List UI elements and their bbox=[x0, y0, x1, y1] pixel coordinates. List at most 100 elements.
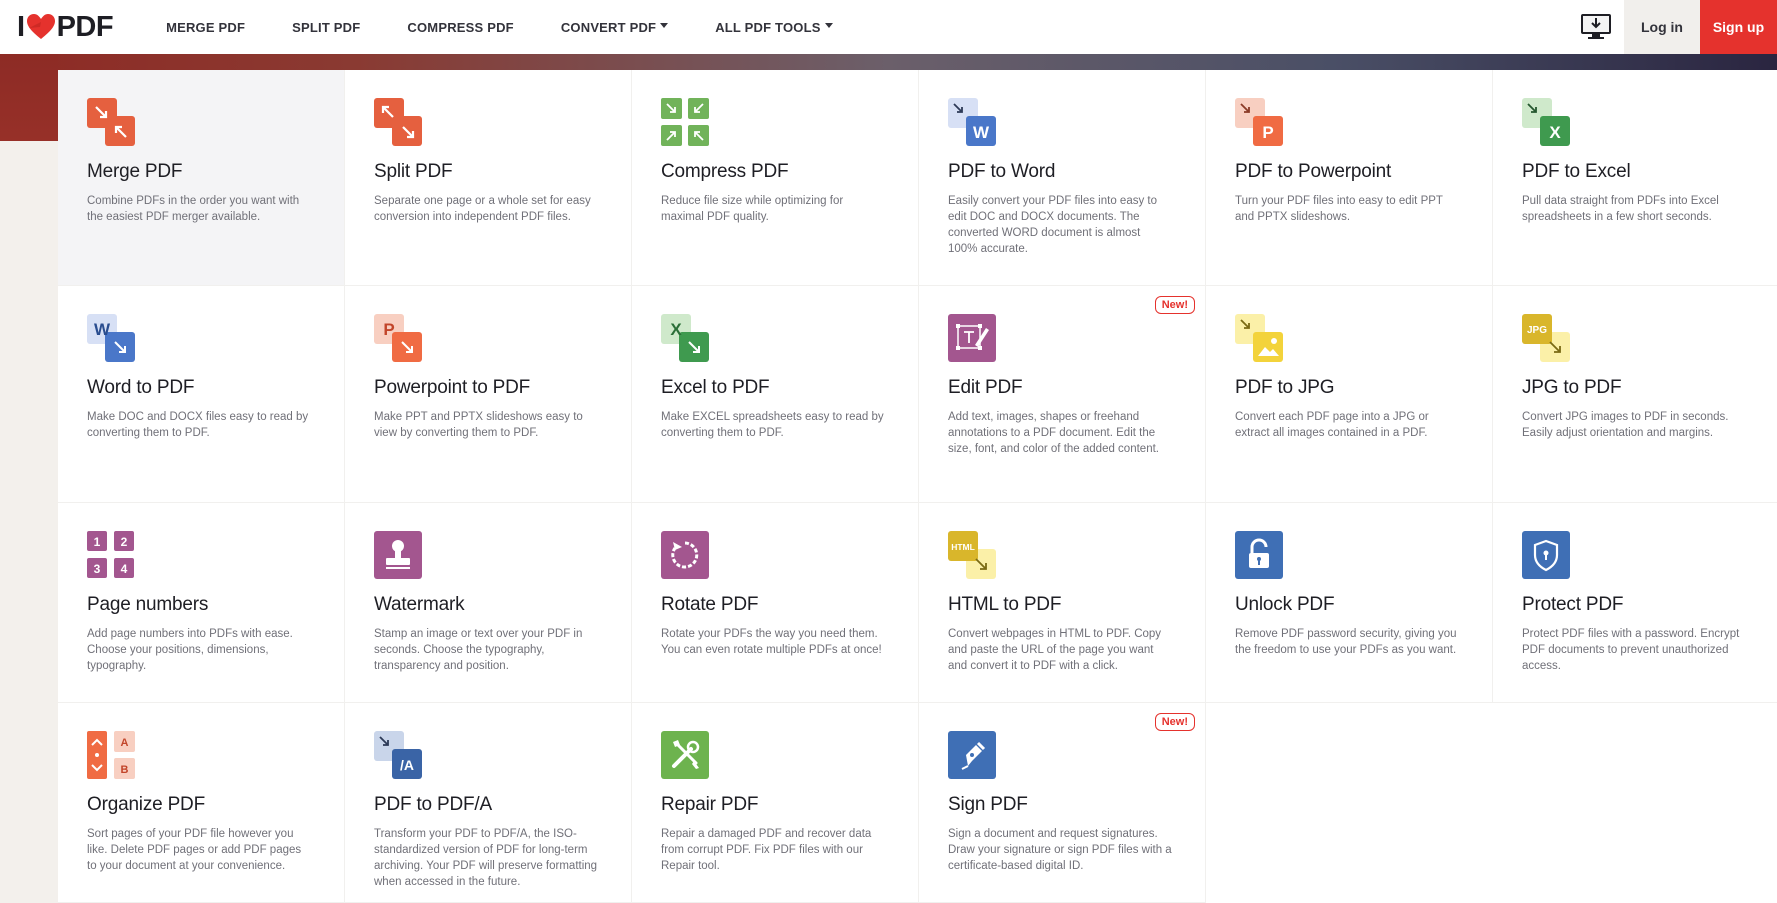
unlock-icon bbox=[1235, 531, 1283, 579]
nav-label: COMPRESS PDF bbox=[407, 19, 514, 35]
sign-icon bbox=[948, 731, 996, 779]
top-navigation-bar: I PDF MERGE PDF SPLIT PDF COMPRESS PDF C… bbox=[0, 0, 1777, 54]
tool-card-merge-pdf[interactable]: Merge PDF Combine PDFs in the order you … bbox=[58, 70, 345, 286]
nav-all-pdf-tools[interactable]: ALL PDF TOOLS bbox=[715, 19, 833, 35]
heart-icon bbox=[26, 14, 55, 39]
protect-icon bbox=[1522, 531, 1570, 579]
icon-letter: X bbox=[670, 320, 682, 339]
tool-card-repair-pdf[interactable]: Repair PDF Repair a damaged PDF and reco… bbox=[632, 703, 919, 903]
icon-digit: 4 bbox=[121, 562, 128, 576]
organize-icon: AB bbox=[87, 731, 135, 779]
tool-title: Repair PDF bbox=[661, 794, 759, 815]
nav-label: SPLIT PDF bbox=[292, 19, 361, 35]
tool-description: Sort pages of your PDF file however you … bbox=[87, 828, 302, 872]
empty-grid-cell bbox=[1206, 703, 1493, 903]
tool-title: PDF to Word bbox=[948, 161, 1056, 182]
icon-letter: W bbox=[94, 320, 111, 339]
tool-title: JPG to PDF bbox=[1522, 377, 1622, 398]
nav-label: ALL PDF TOOLS bbox=[715, 19, 821, 35]
pdf-to-word-icon: W bbox=[948, 98, 996, 146]
tool-title: Organize PDF bbox=[87, 794, 205, 815]
tool-card-pdf-to-excel[interactable]: X PDF to Excel Pull data straight from P… bbox=[1493, 70, 1777, 286]
icon-digit: 3 bbox=[94, 562, 101, 576]
account-area: Log in Sign up bbox=[1568, 0, 1777, 54]
watermark-icon bbox=[374, 531, 422, 579]
tool-title: Compress PDF bbox=[661, 161, 789, 182]
word-to-pdf-icon: W bbox=[87, 314, 135, 362]
powerpoint-to-pdf-icon: P bbox=[374, 314, 422, 362]
tool-description: Easily convert your PDF files into easy … bbox=[948, 195, 1157, 255]
tool-card-unlock-pdf[interactable]: Unlock PDF Remove PDF password security,… bbox=[1206, 503, 1493, 703]
tools-grid: Merge PDF Combine PDFs in the order you … bbox=[58, 70, 1777, 903]
icon-digit: 1 bbox=[94, 535, 101, 549]
icon-digit: 2 bbox=[121, 535, 128, 549]
tool-title: Powerpoint to PDF bbox=[374, 377, 531, 398]
tool-card-pdf-to-jpg[interactable]: PDF to JPG Convert each PDF page into a … bbox=[1206, 286, 1493, 503]
pdf-to-jpg-icon bbox=[1235, 314, 1283, 362]
icon-letter: A bbox=[121, 737, 129, 749]
tool-description: Rotate your PDFs the way you need them. … bbox=[661, 628, 882, 656]
tool-card-jpg-to-pdf[interactable]: JPG JPG to PDF Convert JPG images to PDF… bbox=[1493, 286, 1777, 503]
tool-card-split-pdf[interactable]: Split PDF Separate one page or a whole s… bbox=[345, 70, 632, 286]
hero-banner-strip bbox=[0, 54, 1777, 70]
desktop-download-icon bbox=[1581, 14, 1611, 39]
nav-compress-pdf[interactable]: COMPRESS PDF bbox=[407, 20, 513, 35]
tool-card-pdf-to-pdfa[interactable]: /A PDF to PDF/A Transform your PDF to PD… bbox=[345, 703, 632, 903]
tool-card-edit-pdf[interactable]: New! Edit PDF Add text, images, shapes o… bbox=[919, 286, 1206, 503]
nav-convert-pdf[interactable]: CONVERT PDF bbox=[560, 19, 669, 35]
tool-description: Sign a document and request signatures. … bbox=[948, 828, 1172, 872]
login-button[interactable]: Log in bbox=[1624, 0, 1700, 54]
tool-description: Add text, images, shapes or freehand ann… bbox=[948, 411, 1159, 455]
tool-description: Transform your PDF to PDF/A, the ISO-sta… bbox=[374, 828, 598, 888]
tool-title: Split PDF bbox=[374, 161, 453, 182]
tool-card-protect-pdf[interactable]: Protect PDF Protect PDF files with a pas… bbox=[1493, 503, 1777, 703]
tool-card-pdf-to-powerpoint[interactable]: P PDF to Powerpoint Turn your PDF files … bbox=[1206, 70, 1493, 286]
tool-description: Add page numbers into PDFs with ease. Ch… bbox=[87, 628, 293, 672]
tool-title: Unlock PDF bbox=[1235, 594, 1335, 615]
tool-title: PDF to PDF/A bbox=[374, 794, 492, 815]
rotate-icon bbox=[661, 531, 709, 579]
tool-description: Convert each PDF page into a JPG or extr… bbox=[1235, 411, 1429, 439]
tool-card-html-to-pdf[interactable]: HTML HTML to PDF Convert webpages in HTM… bbox=[919, 503, 1206, 703]
tool-description: Make DOC and DOCX files easy to read by … bbox=[87, 411, 309, 439]
tool-title: Page numbers bbox=[87, 594, 209, 615]
tool-card-excel-to-pdf[interactable]: X Excel to PDF Make EXCEL spreadsheets e… bbox=[632, 286, 919, 503]
tool-description: Repair a damaged PDF and recover data fr… bbox=[661, 828, 872, 872]
tool-title: PDF to JPG bbox=[1235, 377, 1335, 398]
nav-label: CONVERT PDF bbox=[560, 19, 657, 35]
tool-card-powerpoint-to-pdf[interactable]: P Powerpoint to PDF Make PPT and PPTX sl… bbox=[345, 286, 632, 503]
tool-title: Watermark bbox=[374, 594, 465, 615]
edit-pdf-icon bbox=[948, 314, 996, 362]
icon-letter: B bbox=[121, 764, 129, 776]
tool-card-pdf-to-word[interactable]: W PDF to Word Easily convert your PDF fi… bbox=[919, 70, 1206, 286]
tool-card-word-to-pdf[interactable]: W Word to PDF Make DOC and DOCX files ea… bbox=[58, 286, 345, 503]
repair-icon bbox=[661, 731, 709, 779]
tool-card-sign-pdf[interactable]: New! Sign PDF Sign a document and reques… bbox=[919, 703, 1206, 903]
tool-card-page-numbers[interactable]: 1 2 3 4 Page numbers Add page numbers into … bbox=[58, 503, 345, 703]
desktop-app-button[interactable] bbox=[1568, 0, 1624, 54]
html-to-pdf-icon: HTML bbox=[948, 531, 996, 579]
tool-description: Remove PDF password security, giving you… bbox=[1235, 628, 1457, 656]
signup-button[interactable]: Sign up bbox=[1700, 0, 1777, 54]
tool-card-organize-pdf[interactable]: AB Organize PDF Sort pages of your PDF f… bbox=[58, 703, 345, 903]
nav-merge-pdf[interactable]: MERGE PDF bbox=[166, 20, 245, 35]
icon-letter: P bbox=[1262, 123, 1273, 142]
tool-title: Rotate PDF bbox=[661, 594, 759, 615]
tool-title: Merge PDF bbox=[87, 161, 183, 182]
nav-split-pdf[interactable]: SPLIT PDF bbox=[292, 20, 360, 35]
icon-letter: P bbox=[383, 320, 394, 339]
split-icon bbox=[374, 98, 422, 146]
tool-title: HTML to PDF bbox=[948, 594, 1062, 615]
tool-card-rotate-pdf[interactable]: Rotate PDF Rotate your PDFs the way you … bbox=[632, 503, 919, 703]
compress-icon bbox=[661, 98, 709, 146]
new-badge: New! bbox=[1154, 713, 1195, 731]
ilovepdf-logo[interactable]: I PDF bbox=[17, 11, 114, 44]
tool-title: Edit PDF bbox=[948, 377, 1023, 398]
tool-card-compress-pdf[interactable]: Compress PDF Reduce file size while opti… bbox=[632, 70, 919, 286]
tool-description: Make EXCEL spreadsheets easy to read by … bbox=[661, 411, 884, 439]
empty-grid-cell bbox=[1493, 703, 1777, 903]
tool-card-watermark[interactable]: Watermark Stamp an image or text over yo… bbox=[345, 503, 632, 703]
tool-description: Stamp an image or text over your PDF in … bbox=[374, 628, 583, 672]
tool-description: Convert webpages in HTML to PDF. Copy an… bbox=[948, 628, 1162, 672]
icon-letter: X bbox=[1549, 123, 1561, 142]
